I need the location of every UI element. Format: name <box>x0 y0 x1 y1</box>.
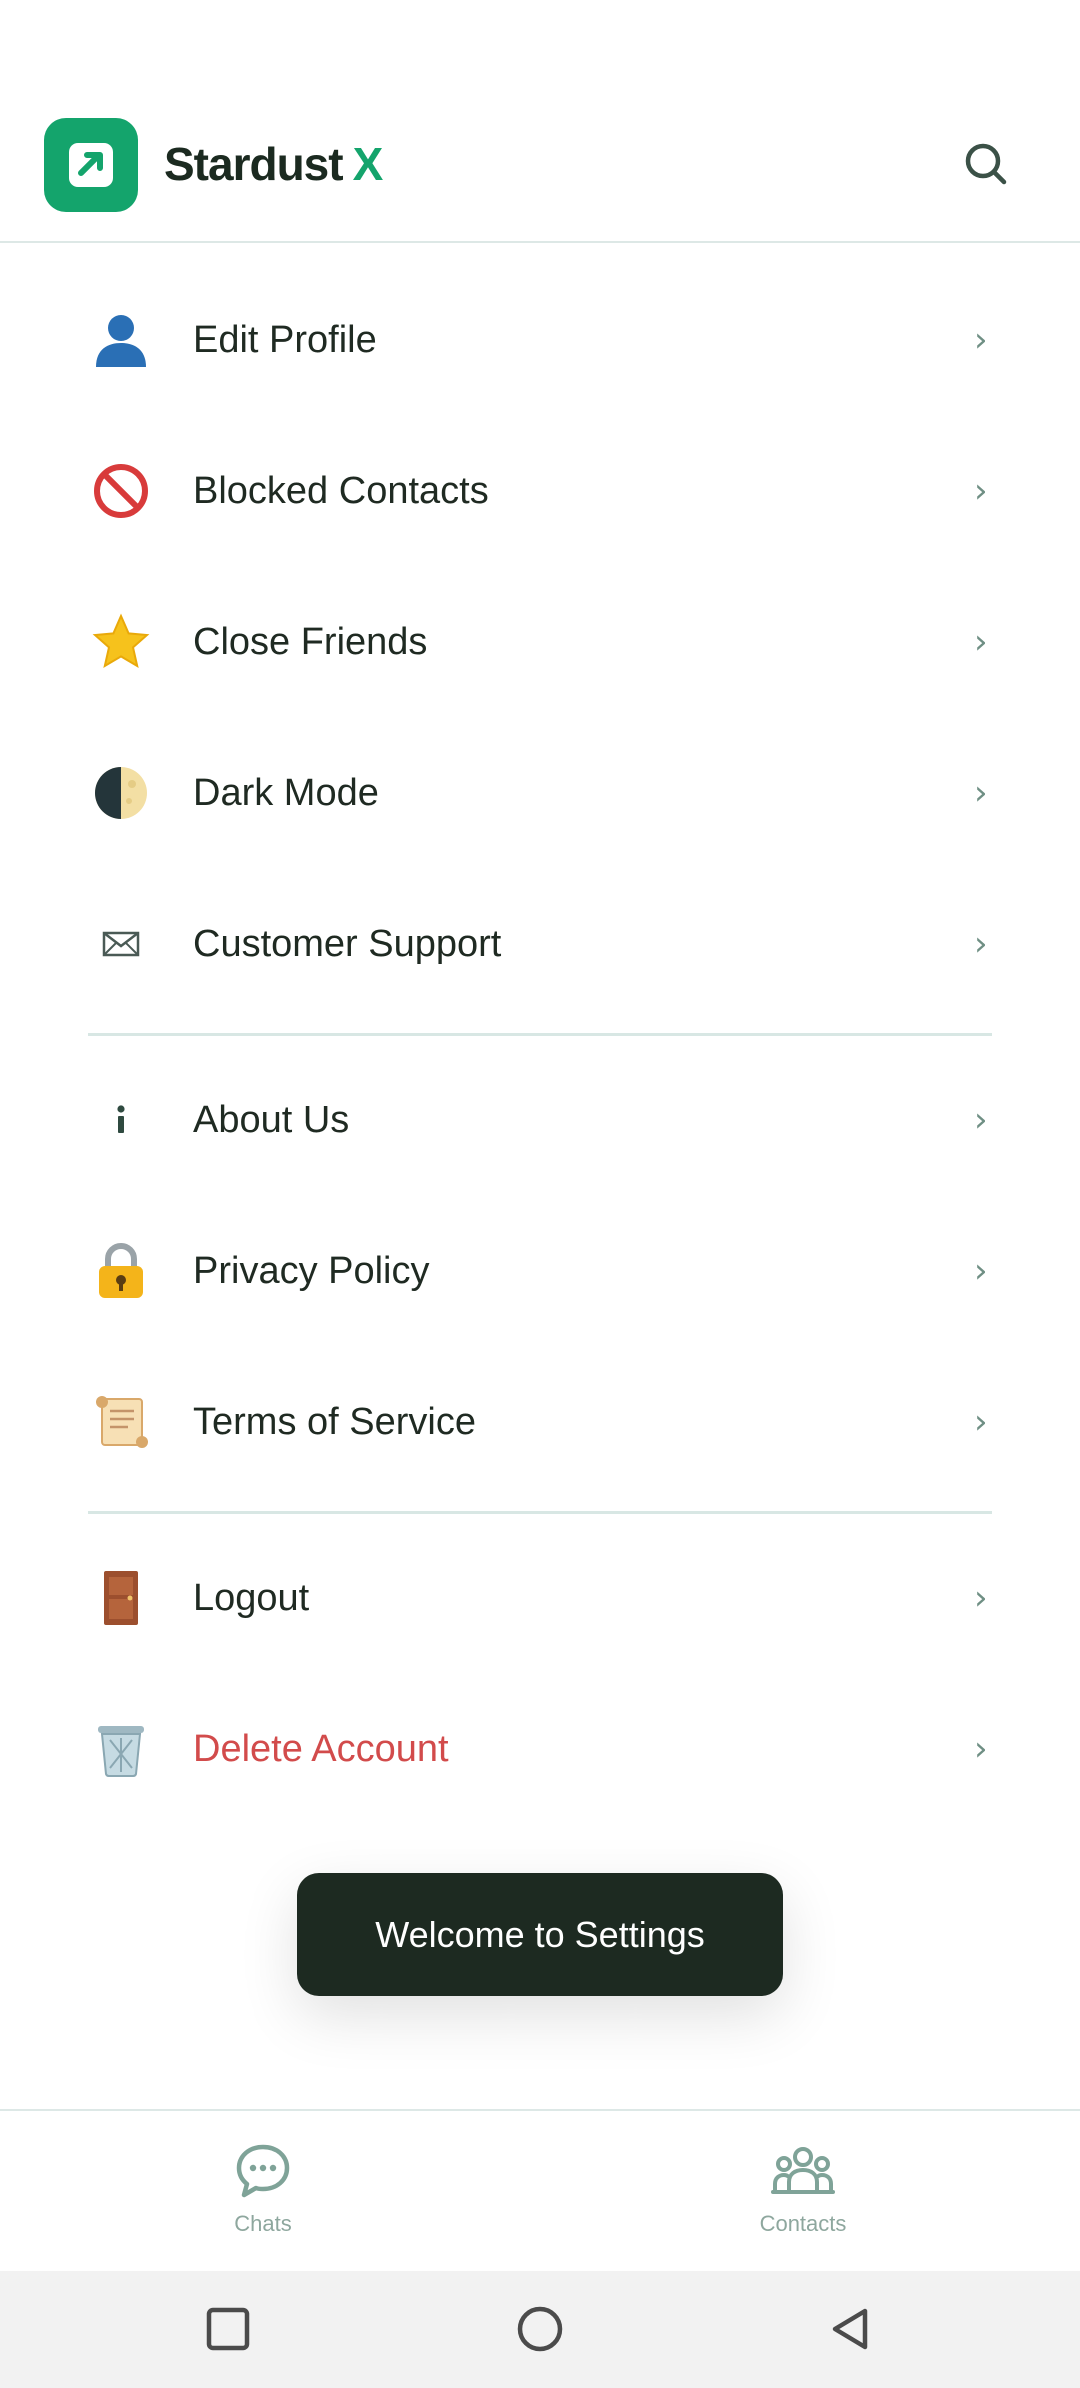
menu-item-label: Terms of Service <box>193 1400 476 1443</box>
circle-icon <box>517 2306 563 2352</box>
lock-icon <box>88 1238 154 1304</box>
search-button[interactable] <box>958 136 1014 192</box>
chevron-right-icon: › <box>974 471 988 511</box>
menu-item-label: Delete Account <box>193 1727 449 1770</box>
back-triangle-icon <box>832 2308 868 2350</box>
home-button[interactable] <box>510 2299 570 2359</box>
door-icon <box>88 1565 154 1631</box>
nav-label: Contacts <box>759 2211 847 2236</box>
person-icon <box>88 307 154 373</box>
menu-item-close-friends[interactable]: Close Friends › <box>0 567 1080 717</box>
chevron-right-icon: › <box>974 622 988 662</box>
app-header: Stardust X <box>0 0 1080 243</box>
menu-item-label: Privacy Policy <box>193 1249 430 1292</box>
nav-label: Chats <box>234 2211 292 2236</box>
section-divider <box>88 1511 992 1514</box>
menu-item-label: Customer Support <box>193 922 502 965</box>
back-button[interactable] <box>820 2299 880 2359</box>
chevron-right-icon: › <box>974 773 988 813</box>
app-title: Stardust X <box>164 128 384 200</box>
prohibited-icon <box>88 458 154 524</box>
chevron-right-icon: › <box>974 1100 988 1140</box>
square-icon <box>206 2307 250 2351</box>
menu-item-label: About Us <box>193 1098 350 1141</box>
chat-bubble-icon <box>231 2139 295 2203</box>
chevron-right-icon: › <box>974 1729 988 1769</box>
menu-item-edit-profile[interactable]: Edit Profile › <box>0 265 1080 415</box>
menu-item-privacy-policy[interactable]: Privacy Policy › <box>0 1196 1080 1346</box>
menu-item-label: Edit Profile <box>193 318 377 361</box>
half-moon-icon <box>88 760 154 826</box>
menu-item-label: Dark Mode <box>193 771 379 814</box>
chevron-right-icon: › <box>974 1402 988 1442</box>
section-divider <box>88 1033 992 1036</box>
envelope-icon <box>88 911 154 977</box>
chevron-right-icon: › <box>974 1251 988 1291</box>
star-icon <box>88 609 154 675</box>
chevron-right-icon: › <box>974 320 988 360</box>
scroll-icon <box>88 1389 154 1455</box>
menu-item-logout[interactable]: Logout › <box>0 1523 1080 1673</box>
search-icon <box>965 143 1007 185</box>
menu-item-terms-of-service[interactable]: Terms of Service › <box>0 1347 1080 1497</box>
trend-up-icon <box>69 143 113 187</box>
menu-item-blocked-contacts[interactable]: Blocked Contacts › <box>0 416 1080 566</box>
menu-item-label: Blocked Contacts <box>193 469 489 512</box>
app-logo <box>44 118 138 212</box>
toast-message: Welcome to Settings <box>297 1873 783 1996</box>
chevron-right-icon: › <box>974 1578 988 1618</box>
menu-item-delete-account[interactable]: Delete Account › <box>0 1674 1080 1824</box>
nav-tab-chats[interactable]: Chats <box>163 2111 363 2273</box>
nav-tab-contacts[interactable]: Contacts <box>703 2111 903 2273</box>
menu-item-about-us[interactable]: About Us › <box>0 1045 1080 1195</box>
recents-button[interactable] <box>198 2299 258 2359</box>
group-icon <box>771 2139 835 2203</box>
menu-item-dark-mode[interactable]: Dark Mode › <box>0 718 1080 868</box>
bottom-nav: Chats Contacts <box>0 2109 1080 2271</box>
system-nav-bar <box>0 2271 1080 2388</box>
menu-item-label: Close Friends <box>193 620 428 663</box>
brand-accent: X <box>352 138 384 190</box>
menu-item-customer-support[interactable]: Customer Support › <box>0 869 1080 1019</box>
chevron-right-icon: › <box>974 924 988 964</box>
brand-name: Stardust <box>164 138 344 190</box>
trash-icon <box>88 1716 154 1782</box>
menu-item-label: Logout <box>193 1576 310 1619</box>
info-icon <box>88 1087 154 1153</box>
